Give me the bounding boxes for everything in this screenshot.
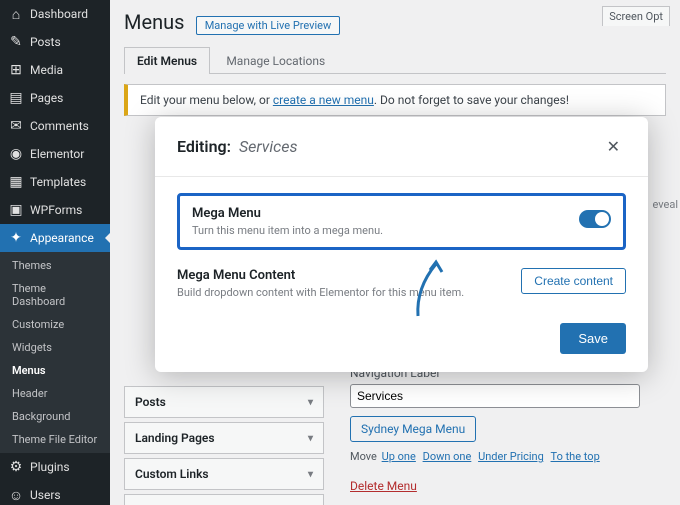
create-content-button[interactable]: Create content (521, 268, 626, 294)
content-text: Mega Menu Content Build dropdown content… (177, 268, 521, 299)
modal-header: Editing: Services ✕ (155, 117, 648, 176)
mega-menu-content-row: Mega Menu Content Build dropdown content… (177, 268, 626, 299)
save-button[interactable]: Save (560, 323, 626, 354)
mega-menu-toggle-row: Mega Menu Turn this menu item into a meg… (177, 193, 626, 250)
content-description: Build dropdown content with Elementor fo… (177, 286, 509, 299)
mega-menu-title: Mega Menu (192, 206, 579, 221)
mega-menu-modal: Editing: Services ✕ Mega Menu Turn this … (155, 117, 648, 372)
modal-subject: Services (239, 137, 298, 156)
modal-editing-label: Editing: (177, 137, 231, 156)
content-title: Mega Menu Content (177, 268, 509, 283)
mega-menu-toggle-text: Mega Menu Turn this menu item into a meg… (192, 206, 579, 237)
modal-footer: Save (155, 311, 648, 372)
modal-body: Mega Menu Turn this menu item into a meg… (155, 176, 648, 311)
modal-close-button[interactable]: ✕ (601, 135, 626, 158)
mega-menu-toggle[interactable] (579, 210, 611, 228)
modal-title: Editing: Services (177, 137, 297, 156)
mega-menu-description: Turn this menu item into a mega menu. (192, 224, 579, 237)
